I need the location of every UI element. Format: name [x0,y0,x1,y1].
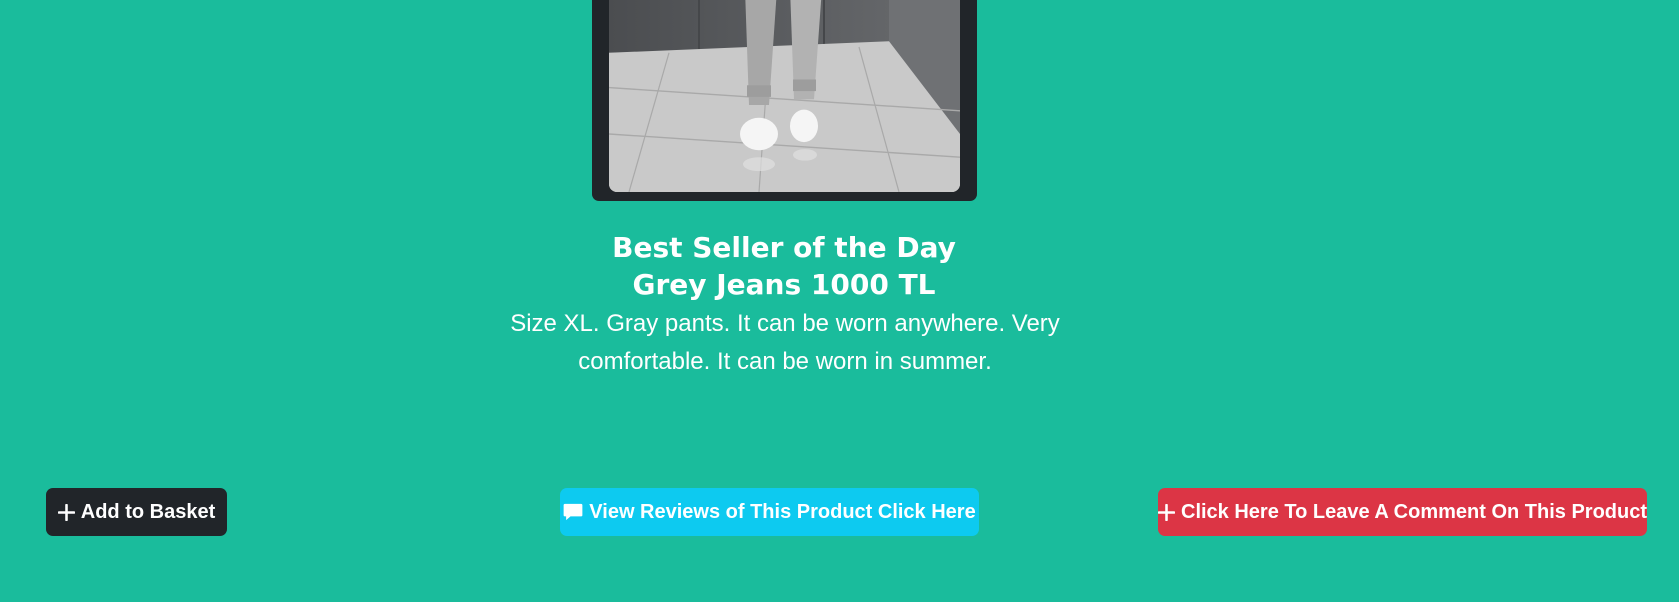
plus-icon [1158,503,1175,521]
plus-icon [57,503,75,521]
product-image[interactable] [609,0,960,192]
best-seller-heading: Best Seller of the Day [612,231,956,264]
view-reviews-button[interactable]: View Reviews of This Product Click Here [560,488,979,536]
product-page: Best Seller of the Day Grey Jeans 1000 T… [0,0,1679,602]
chat-bubble-icon [563,502,583,522]
product-name-price: Grey Jeans 1000 TL [632,268,936,301]
view-reviews-label: View Reviews of This Product Click Here [589,500,976,523]
leave-comment-button[interactable]: Click Here To Leave A Comment On This Pr… [1158,488,1647,536]
leave-comment-label: Click Here To Leave A Comment On This Pr… [1181,500,1648,523]
product-description: Size XL. Gray pants. It can be worn anyw… [510,310,1060,375]
add-to-basket-label: Add to Basket [80,500,216,523]
product-image-frame [592,0,977,201]
add-to-basket-button[interactable]: Add to Basket [46,488,227,536]
